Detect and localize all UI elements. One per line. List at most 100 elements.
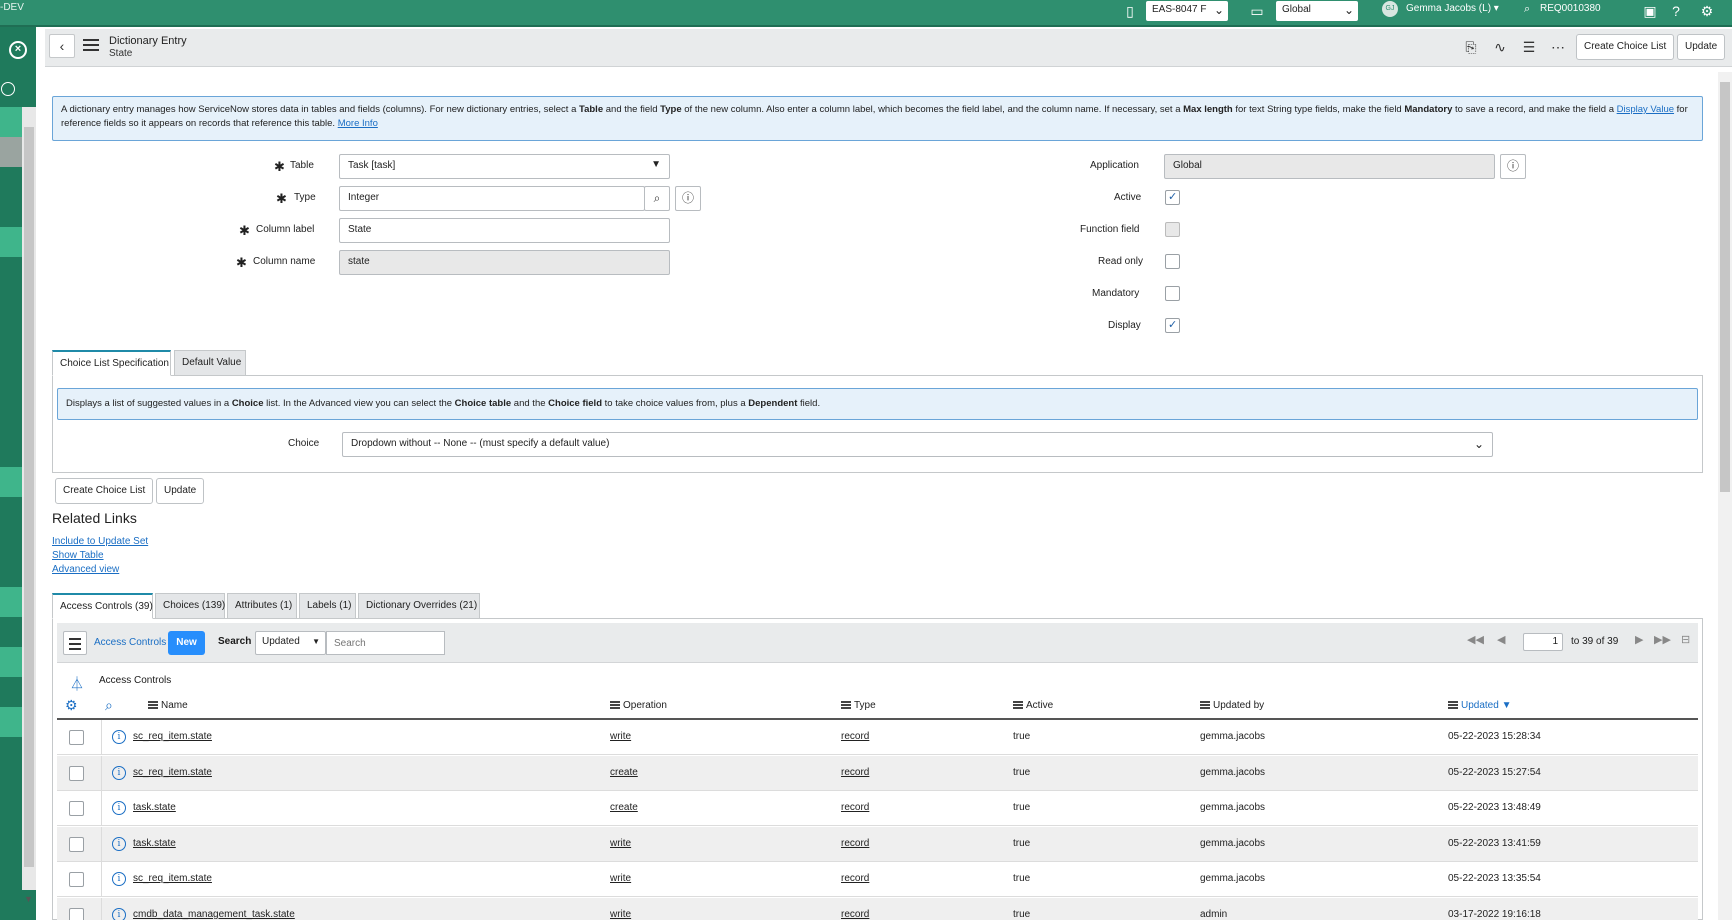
collapse-icon[interactable]: ⊟ [1681,633,1690,646]
cell-name[interactable]: task.state [133,838,176,849]
close-icon[interactable]: × [9,41,27,59]
info-icon[interactable]: i [112,730,126,744]
choice-select[interactable]: Dropdown without -- None -- (must specif… [342,432,1493,457]
connect-chat-icon[interactable]: ▣ [1640,2,1660,20]
type-lookup-button[interactable]: ⌕ [644,186,670,211]
list-settings-icon[interactable]: ⚙ [65,697,78,714]
display-value-link[interactable]: Display Value [1617,104,1674,115]
last-page-icon[interactable]: ▶▶ [1654,633,1671,646]
column-header-updated-by[interactable]: Updated by [1200,700,1264,711]
update-set-icon[interactable]: ▯ [1120,2,1140,20]
application-scope-icon[interactable]: ▭ [1247,2,1267,20]
cell-operation[interactable]: write [610,838,631,849]
cell-type[interactable]: record [841,909,869,920]
scope-select[interactable]: Global ⌄ [1276,1,1358,21]
list-title[interactable]: Access Controls [94,637,166,648]
show-table-link[interactable]: Show Table [52,550,104,561]
column-header-type[interactable]: Type [841,700,876,711]
table-select[interactable]: Task [task] ▼ [339,154,670,179]
column-header-name[interactable]: Name [148,700,188,711]
update-button[interactable]: Update [1677,34,1726,60]
more-info-link[interactable]: More Info [338,118,378,129]
prev-page-icon[interactable]: ◀ [1497,633,1505,646]
cell-type[interactable]: record [841,873,869,884]
type-field[interactable]: Integer [339,186,645,211]
row-checkbox[interactable] [69,907,84,920]
avatar[interactable]: GJ [1382,1,1398,17]
type-info-button[interactable]: ⓘ [675,186,701,211]
cell-name[interactable]: sc_req_item.state [133,873,212,884]
more-options-icon[interactable]: ⋯ [1548,38,1568,56]
rail-scrollbar[interactable]: ▼ [22,107,36,904]
create-choice-list-bottom-button[interactable]: Create Choice List [55,478,154,504]
tab-access-controls[interactable]: Access Controls (39) [52,593,153,619]
cell-type[interactable]: record [841,838,869,849]
display-checkbox[interactable] [1165,318,1180,333]
global-search-input[interactable]: ⌕ REQ0010380 [1522,2,1632,20]
advanced-view-link[interactable]: Advanced view [52,564,119,575]
column-label-field[interactable]: State [339,218,670,243]
row-checkbox[interactable] [69,730,84,745]
cell-name[interactable]: sc_req_item.state [133,767,212,778]
page-number-input[interactable]: 1 [1523,633,1563,651]
scroll-thumb[interactable] [1720,82,1730,492]
scroll-thumb[interactable] [24,127,34,867]
row-checkbox[interactable] [69,872,84,887]
info-icon[interactable]: i [112,836,126,851]
cell-operation[interactable]: create [610,802,638,813]
scroll-down-icon[interactable]: ▼ [24,894,33,904]
info-icon[interactable]: i [112,907,126,920]
list-breadcrumb[interactable]: Access Controls [99,675,171,686]
cell-name[interactable]: cmdb_data_management_task.state [133,909,295,920]
include-to-update-set-link[interactable]: Include to Update Set [52,536,148,547]
row-checkbox[interactable] [69,801,84,816]
cell-operation[interactable]: write [610,873,631,884]
tab-default-value[interactable]: Default Value [174,350,246,376]
user-menu[interactable]: Gemma Jacobs (L) ▾ [1406,3,1499,14]
info-icon[interactable]: i [112,872,126,886]
context-menu-icon[interactable] [83,39,99,53]
back-button[interactable]: ‹ [49,34,75,58]
cell-name[interactable]: sc_req_item.state [133,731,212,742]
create-choice-list-button[interactable]: Create Choice List [1576,34,1675,60]
cell-type[interactable]: record [841,767,869,778]
tab-choice-list-specification[interactable]: Choice List Specification [52,350,171,376]
list-search-input[interactable] [326,631,445,655]
update-set-select[interactable]: EAS-8047 F ⌄ [1146,1,1228,21]
gear-icon[interactable]: ⚙ [1697,2,1717,20]
row-checkbox[interactable] [69,765,84,781]
column-header-active[interactable]: Active [1013,700,1053,711]
cell-type[interactable]: record [841,802,869,813]
search-icon[interactable]: ⌕ [105,697,113,714]
next-page-icon[interactable]: ▶ [1635,633,1643,646]
row-checkbox[interactable] [69,836,84,852]
help-icon[interactable]: ? [1666,2,1686,20]
list-menu-icon[interactable] [63,631,87,655]
tab-labels[interactable]: Labels (1) [299,593,356,619]
first-page-icon[interactable]: ◀◀ [1467,633,1484,646]
active-checkbox[interactable] [1165,190,1180,205]
info-icon[interactable]: i [112,801,126,815]
activity-icon[interactable]: ∿ [1490,38,1510,56]
filter-icon[interactable]: ⏃ [70,674,84,694]
settings-sliders-icon[interactable]: ☰ [1519,38,1539,56]
history-icon[interactable] [1,82,15,96]
cell-name[interactable]: task.state [133,802,176,813]
column-header-operation[interactable]: Operation [610,700,667,711]
tab-choices[interactable]: Choices (139) [155,593,225,619]
tab-dictionary-overrides[interactable]: Dictionary Overrides (21) [358,593,480,619]
cell-operation[interactable]: write [610,731,631,742]
cell-operation[interactable]: write [610,909,631,920]
update-bottom-button[interactable]: Update [156,478,205,504]
info-icon[interactable]: i [112,765,126,780]
mandatory-checkbox[interactable] [1165,286,1180,301]
page-scrollbar[interactable] [1718,72,1732,920]
cell-operation[interactable]: create [610,767,638,778]
search-field-select[interactable]: Updated ▼ [255,631,326,655]
read-only-checkbox[interactable] [1165,254,1180,269]
application-info-button[interactable]: ⓘ [1500,154,1526,179]
new-button[interactable]: New [168,631,205,655]
paperclip-icon[interactable]: ⎘ [1461,38,1481,56]
column-header-updated[interactable]: Updated ▼ [1448,700,1512,711]
tab-attributes[interactable]: Attributes (1) [227,593,297,619]
